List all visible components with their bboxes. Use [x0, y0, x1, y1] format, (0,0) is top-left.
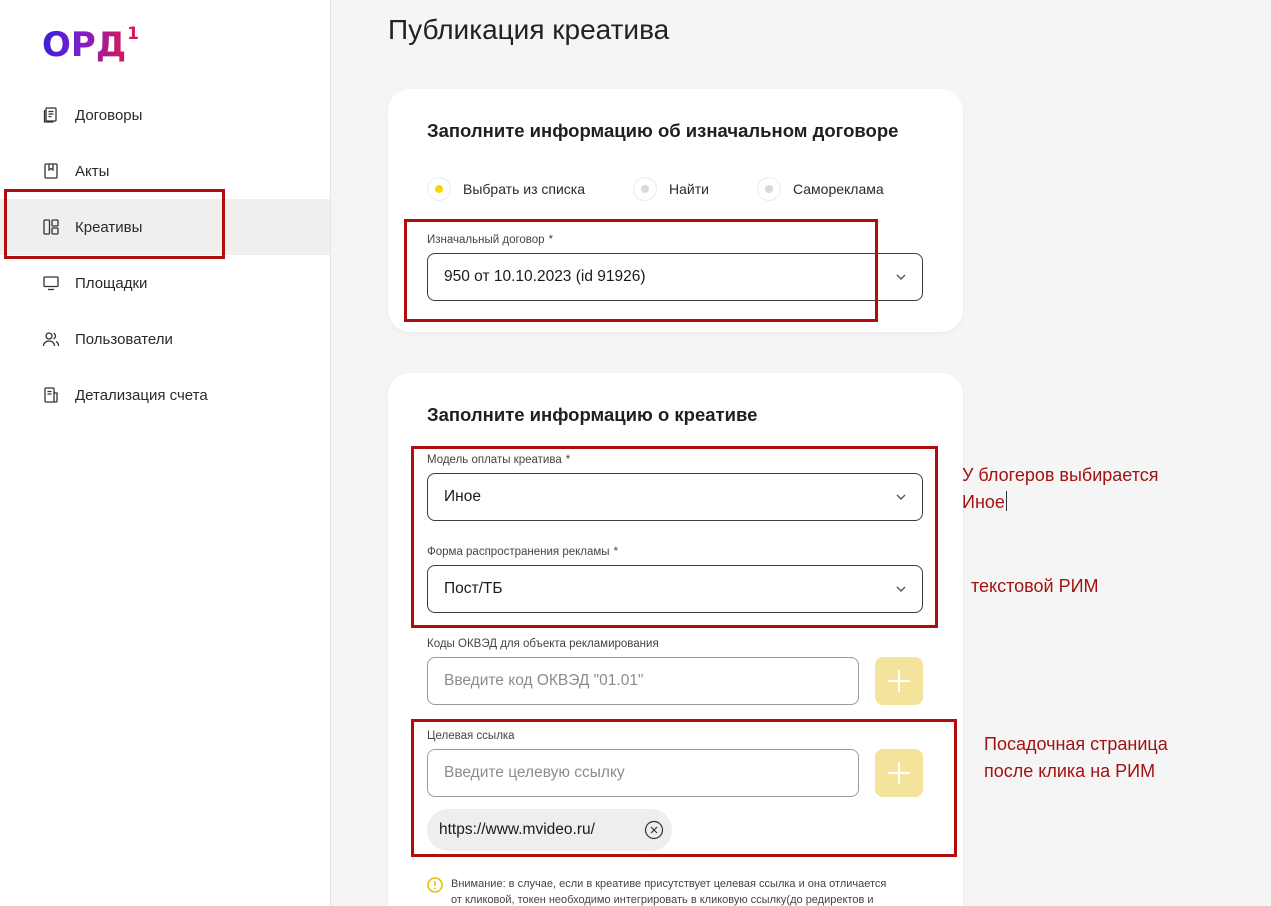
- annotation-blogger-note: У блогеров выбирается Иное: [962, 465, 1159, 512]
- warning-text-line1: Внимание: в случае, если в креативе прис…: [451, 878, 887, 890]
- radio-select-from-list[interactable]: Выбрать из списка: [427, 177, 585, 201]
- okved-label: Коды ОКВЭД для объекта рекламирования: [427, 638, 659, 650]
- annotation-box-contract: [404, 219, 878, 322]
- radio-self-advertising[interactable]: Самореклама: [756, 177, 884, 201]
- radio-selected-icon: [427, 177, 451, 201]
- contract-icon: [42, 106, 60, 124]
- chevron-down-icon: [896, 274, 906, 280]
- sidebar-item-invoice-details[interactable]: Детализация счета: [0, 367, 330, 423]
- plus-icon: [888, 670, 910, 692]
- page-title: Публикация креатива: [388, 14, 670, 45]
- act-icon: [42, 162, 60, 180]
- sidebar-item-contracts[interactable]: Договоры: [0, 87, 330, 143]
- creative-card-title: Заполните информацию о креативе: [427, 404, 758, 425]
- radio-unselected-icon: [756, 177, 781, 201]
- ord1-logo[interactable]: ОРД 1: [42, 26, 139, 65]
- annotation-box-creatives: [4, 189, 225, 259]
- sidebar-item-platforms[interactable]: Площадки: [0, 255, 330, 311]
- users-icon: [42, 330, 60, 348]
- sidebar: ОРД 1 Договоры Акты Креативы Площадки По…: [0, 0, 331, 906]
- annotation-landing-note: Посадочная страница после клика на РИМ: [984, 734, 1168, 781]
- contract-source-radio-group: Выбрать из списка Найти Самореклама: [427, 177, 932, 201]
- annotation-text-rim: текстовой РИМ: [971, 576, 1099, 596]
- warning-text-line2: от кликовой, токен необходимо интегриров…: [451, 893, 874, 906]
- radio-find[interactable]: Найти: [633, 177, 709, 201]
- sidebar-item-users[interactable]: Пользователи: [0, 311, 330, 367]
- click-token-warning: Внимание: в случае, если в креативе прис…: [427, 877, 927, 906]
- invoice-icon: [42, 386, 60, 404]
- warning-icon: [427, 877, 443, 893]
- contract-card-title: Заполните информацию об изначальном дого…: [427, 120, 899, 141]
- annotation-box-payment-form: [411, 446, 938, 628]
- monitor-icon: [42, 274, 60, 292]
- annotation-box-target-link: [411, 719, 957, 857]
- radio-unselected-icon: [633, 177, 658, 201]
- okved-input[interactable]: Введите код ОКВЭД "01.01": [427, 657, 859, 705]
- add-okved-button[interactable]: [875, 657, 923, 705]
